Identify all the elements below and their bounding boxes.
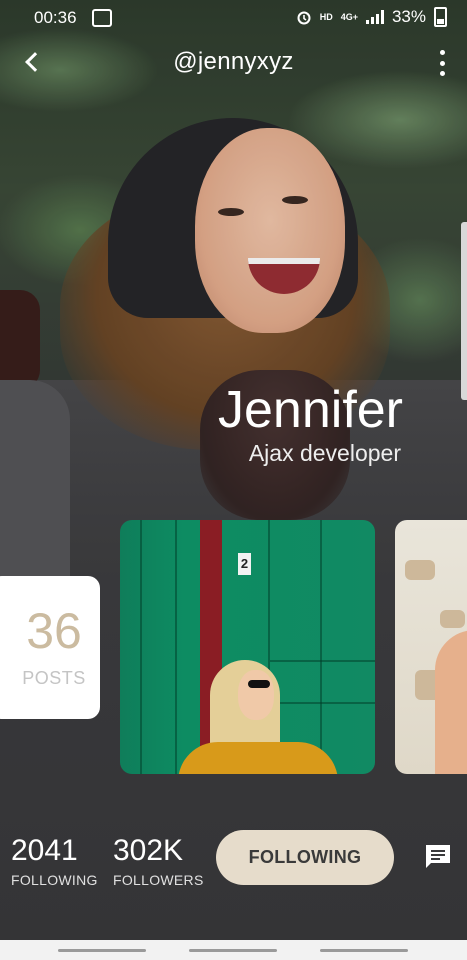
message-button[interactable] [424,843,452,869]
more-vertical-icon [439,50,445,55]
battery-icon [434,7,447,27]
profile-handle: @jennyxyz [173,48,294,75]
network-type-label: 4G+ [340,12,358,22]
following-stat[interactable]: 2041 FOLLOWING [11,834,98,889]
home-gesture-handle[interactable] [189,949,277,952]
followers-count: 302K [113,834,184,867]
alarm-icon [297,11,311,25]
door-number: 2 [238,553,251,575]
battery-percent: 33% [391,7,426,26]
signal-icon [365,10,384,24]
recents-gesture-handle[interactable] [58,949,146,952]
profile-cover-photo [0,0,467,960]
followers-label: FOLLOWERS [113,872,204,888]
status-time: 00:36 [34,8,77,27]
following-count: 2041 [11,834,78,867]
status-bar: 00:36 HD 4G+ 33% [0,0,467,34]
followers-stat[interactable]: 302K FOLLOWERS [113,834,204,889]
back-gesture-handle[interactable] [320,949,408,952]
profile-role: Ajax developer [248,440,401,466]
gallery-photo[interactable]: 2 [120,520,375,774]
wifi-icon [92,9,112,27]
following-label: FOLLOWING [11,872,98,888]
posts-count-card[interactable]: 36 POSTS [0,576,100,719]
message-icon [426,845,450,868]
profile-name: Jennifer [218,381,403,439]
gallery-photo[interactable] [395,520,467,774]
more-options-button[interactable] [437,50,447,76]
system-navigation-bar [0,940,467,960]
top-app-bar: @jennyxyz [0,38,467,88]
following-button[interactable]: FOLLOWING [216,830,394,885]
posts-count: 36 [26,603,82,659]
scroll-indicator[interactable] [461,222,467,400]
posts-label: POSTS [22,668,86,688]
network-hd-label: HD [319,12,333,22]
